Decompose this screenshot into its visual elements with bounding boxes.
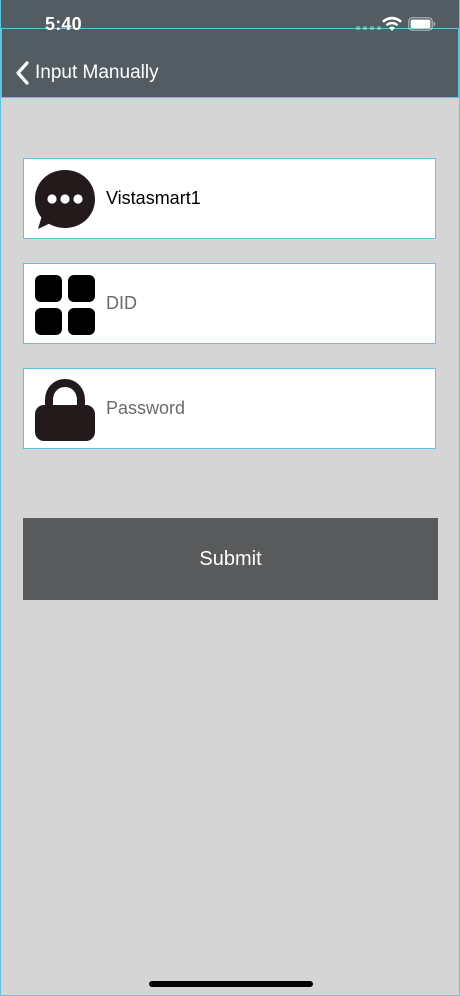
page-title: Input Manually [35, 62, 159, 83]
chat-bubble-icon [35, 170, 95, 229]
chevron-left-icon [16, 61, 29, 85]
submit-button[interactable]: Submit [23, 518, 438, 600]
did-field[interactable]: DID [23, 263, 436, 344]
password-field[interactable]: Password [23, 368, 436, 449]
wifi-icon [382, 16, 402, 31]
password-placeholder: Password [106, 398, 186, 418]
top-bar: 5:40 Input Manually [1, 0, 459, 98]
device-name-field[interactable]: Vistasmart1 [23, 158, 436, 239]
screen: 5:40 Input Manually Vistasmart1 DID Pass… [0, 0, 460, 996]
did-placeholder: DID [106, 293, 137, 313]
home-indicator[interactable] [149, 981, 313, 987]
status-time: 5:40 [45, 14, 82, 34]
back-button[interactable]: Input Manually [13, 58, 159, 88]
cellular-signal-icon [356, 26, 381, 30]
lock-icon [35, 379, 95, 441]
device-name-value: Vistasmart1 [106, 188, 201, 208]
grid-icon [35, 275, 95, 335]
battery-icon [408, 17, 436, 31]
